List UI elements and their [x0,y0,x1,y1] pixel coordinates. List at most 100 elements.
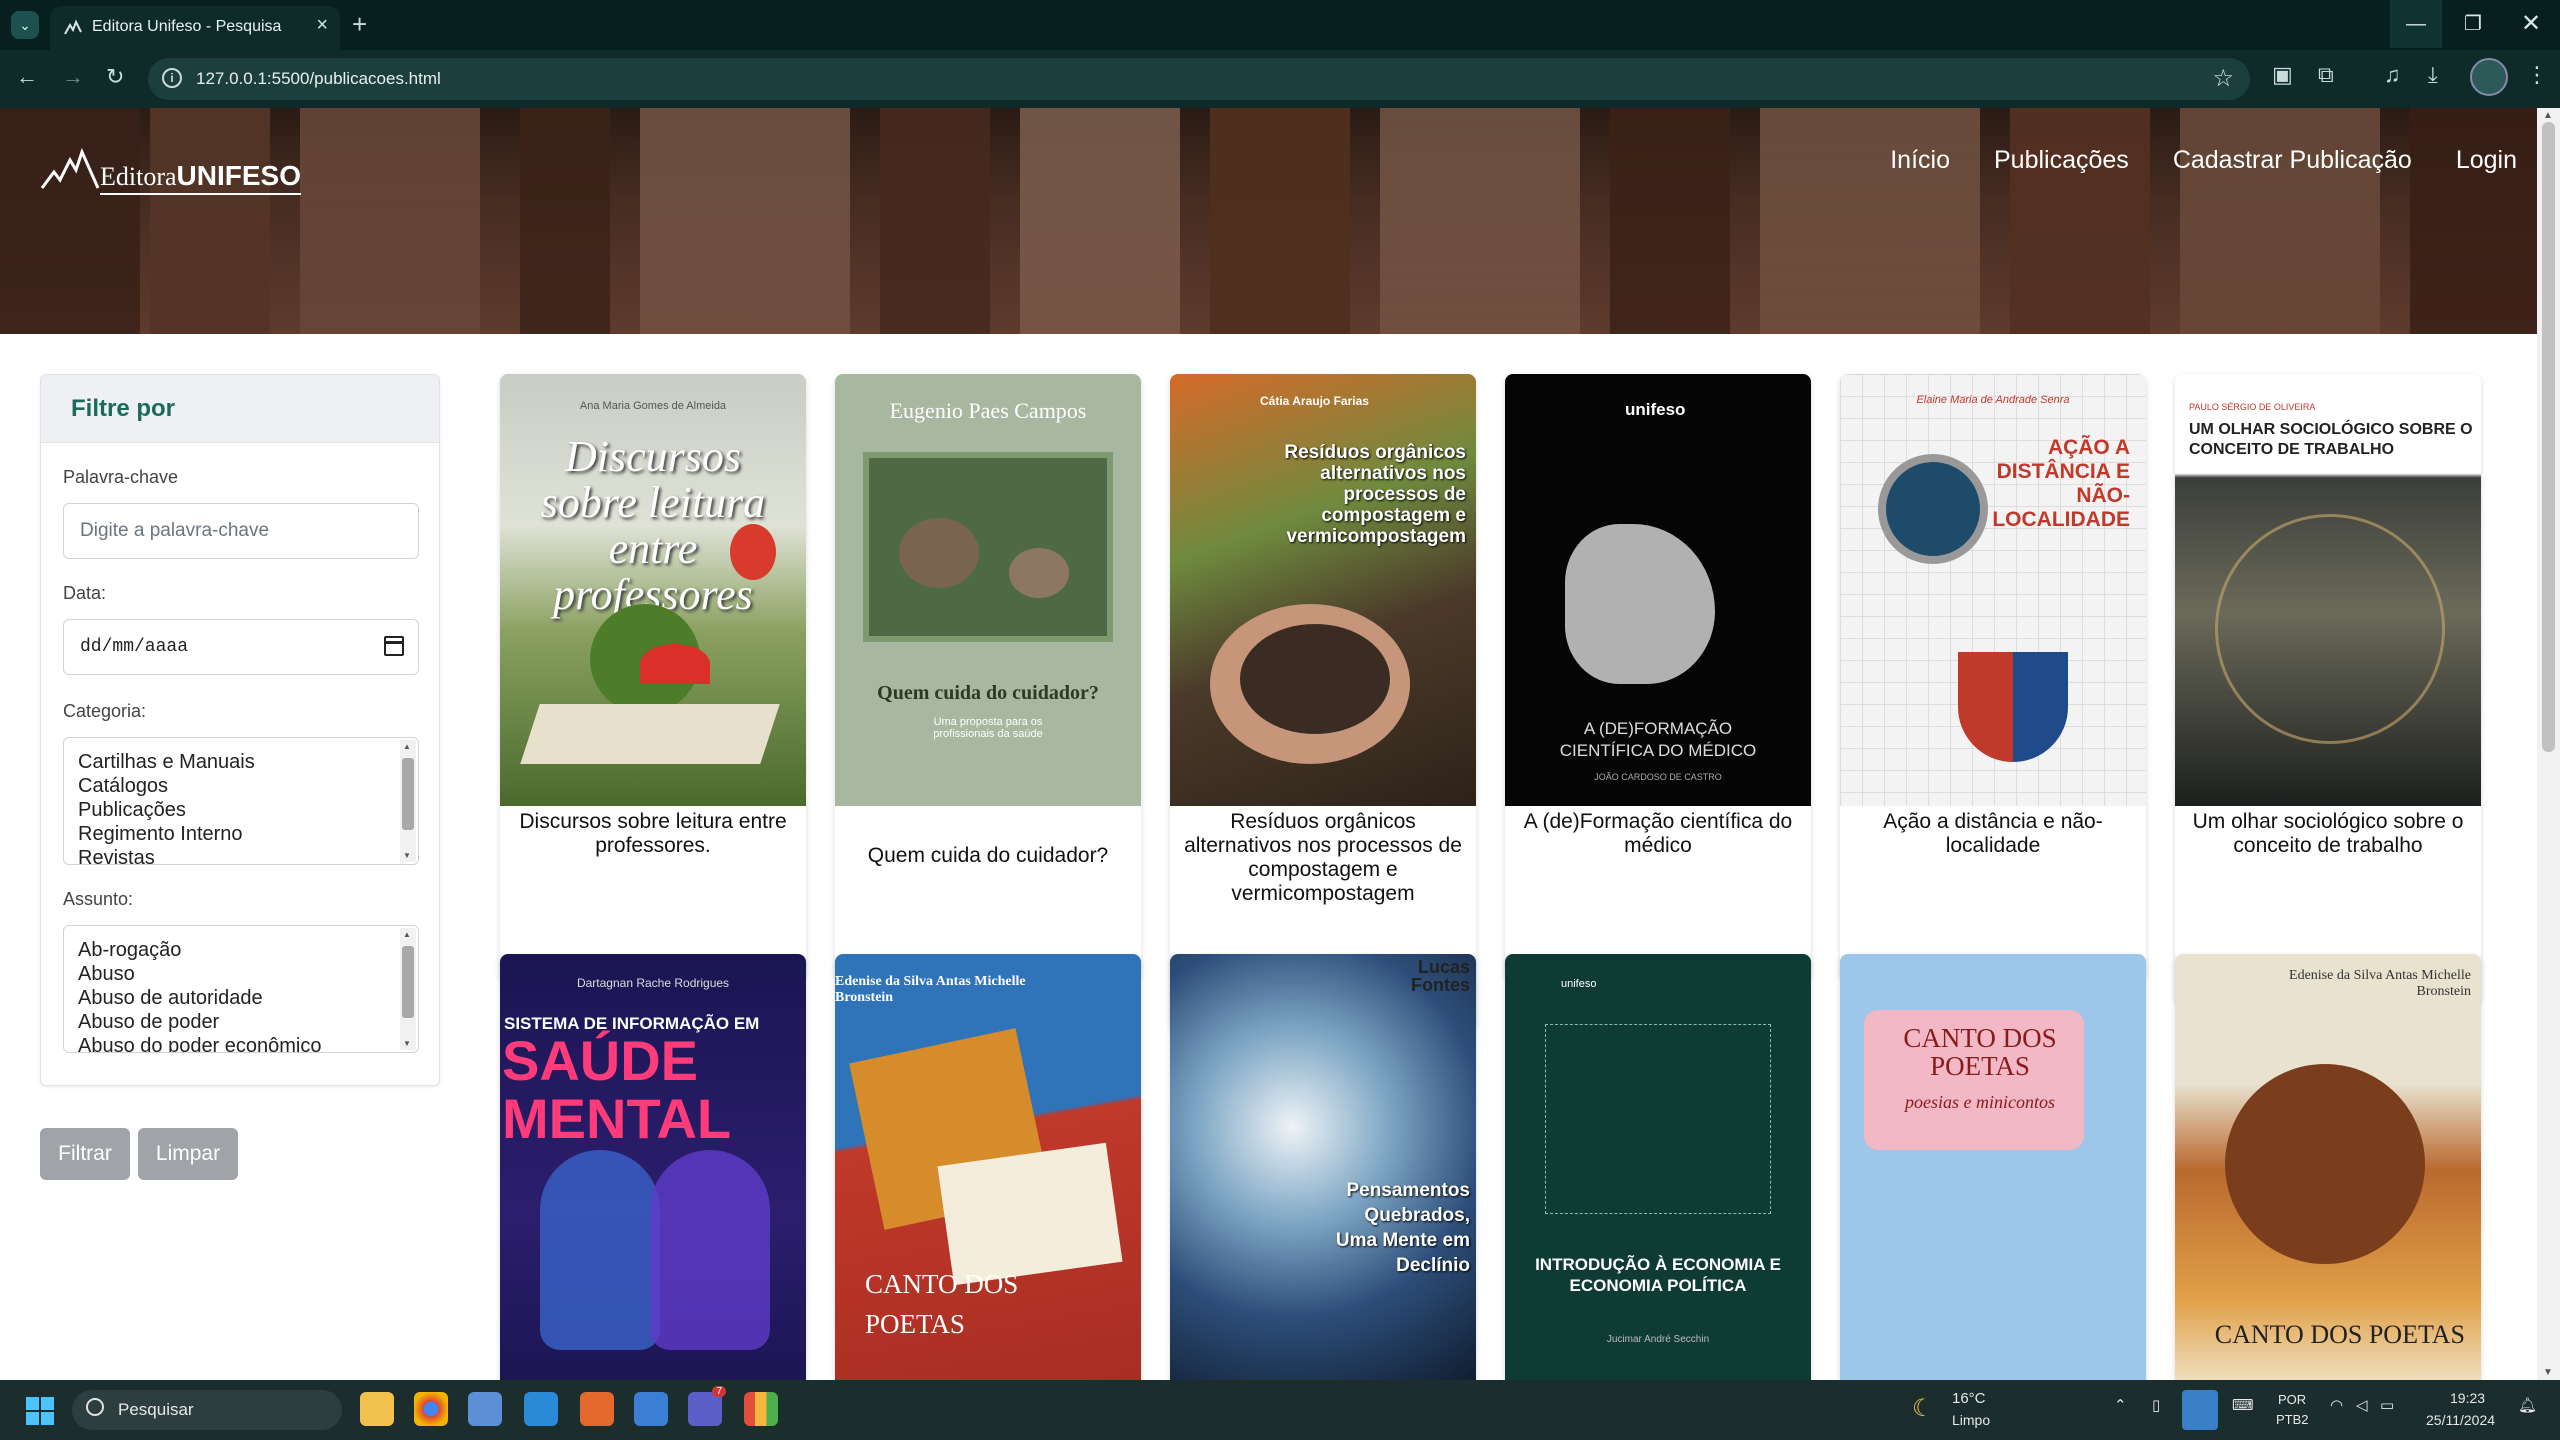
download-icon[interactable]: ⤓ [2428,62,2438,88]
cover-author: Edenise da Silva Antas Michelle Bronstei… [2289,968,2471,999]
tab-close-icon[interactable]: × [316,14,328,37]
minimize-icon[interactable]: — [2390,0,2442,48]
file-explorer-icon[interactable] [360,1392,394,1426]
tab-search-icon[interactable]: ⌄ [11,11,39,39]
subject-option[interactable]: Abuso de poder [64,1010,322,1034]
category-option[interactable]: Cartilhas e Manuais [64,750,255,774]
category-scrollbar[interactable]: ▲ ▼ [400,740,416,862]
nav-login[interactable]: Login [2456,146,2517,175]
category-option[interactable]: Publicações [64,798,255,822]
publication-card[interactable]: unifeso INTRODUÇÃO À ECONOMIA E ECONOMIA… [1505,954,1811,1380]
subject-option[interactable]: Abuso de autoridade [64,986,322,1010]
card-title[interactable]: Resíduos orgânicos alternativos nos proc… [1178,810,1468,906]
scroll-down-arrow-icon[interactable]: ▼ [2543,1367,2553,1378]
windows-start-icon[interactable] [26,1397,54,1425]
back-icon[interactable]: ← [16,64,38,90]
filter-button[interactable]: Filtrar [40,1128,130,1180]
new-tab-icon[interactable]: + [352,9,367,40]
publication-card[interactable]: PAULO SÉRGIO DE OLIVEIRA UM OLHAR SOCIOL… [2175,374,2481,1004]
book-cover: Edenise da Silva Antas Michelle Bronstei… [2175,954,2481,1380]
nav-inicio[interactable]: Início [1890,146,1950,175]
publication-card[interactable]: Cátia Araujo Farias Resíduos orgânicos a… [1170,374,1476,1030]
weather-desc[interactable]: Limpo [1952,1412,1990,1428]
nav-publicacoes[interactable]: Publicações [1994,146,2129,175]
category-option[interactable]: Catálogos [64,774,255,798]
filter-title: Filtre por [71,395,176,422]
card-title[interactable]: Quem cuida do cuidador? [843,844,1133,868]
bookmark-star-icon[interactable]: ☆ [2212,64,2234,93]
extensions-icon[interactable]: ⧉ [2318,62,2334,88]
category-select[interactable]: Cartilhas e Manuais Catálogos Publicaçõe… [63,737,419,865]
notepad-icon[interactable] [634,1392,668,1426]
weather-moon-icon[interactable]: ☾ [1912,1394,1934,1423]
subject-option[interactable]: Abuso do poder econômico [64,1034,322,1052]
publication-card[interactable]: Edenise da Silva Antas Michelle Bronstei… [835,954,1141,1380]
card-title[interactable]: A (de)Formação científica do médico [1513,810,1803,858]
subject-option[interactable]: Ab-rogação [64,938,322,962]
menu-kebab-icon[interactable]: ⋮ [2526,62,2548,88]
cast-icon[interactable]: ▣ [2272,62,2293,88]
calendar-icon[interactable] [384,636,404,656]
app-icon[interactable] [468,1392,502,1426]
page-scrollbar[interactable]: ▲ ▼ [2537,108,2560,1380]
close-window-icon[interactable]: ✕ [2505,0,2557,48]
category-option[interactable]: Revistas [64,846,255,864]
scroll-up-arrow-icon[interactable]: ▲ [2543,110,2553,121]
reload-icon[interactable]: ↻ [106,64,124,90]
publication-card[interactable]: Edenise da Silva Antas Michelle Bronstei… [2175,954,2481,1380]
volume-icon[interactable]: ◁ [2356,1396,2368,1414]
tab-active[interactable]: Editora Unifeso - Pesquisa × [50,6,340,50]
wifi-icon[interactable]: ◠ [2330,1396,2343,1414]
restore-icon[interactable]: ❐ [2447,0,2499,48]
media-icon[interactable]: ♫ [2384,62,2401,88]
book-cover: Ana Maria Gomes de Almeida Discursos sob… [500,374,806,806]
subject-option[interactable]: Abuso [64,962,322,986]
scroll-thumb[interactable] [2542,122,2555,752]
chrome-icon[interactable] [414,1392,448,1426]
publication-card[interactable]: unifeso A (DE)FORMAÇÃO CIENTÍFICA DO MÉD… [1505,374,1811,980]
site-navigation: Início Publicações Cadastrar Publicação … [1846,146,2517,175]
taskbar-search[interactable]: Pesquisar [72,1390,342,1430]
forward-icon[interactable]: → [62,64,84,90]
clear-button[interactable]: Limpar [138,1128,238,1180]
cover-title: UM OLHAR SOCIOLÓGICO SOBRE O CONCEITO DE… [2189,421,2473,458]
address-bar[interactable]: i 127.0.0.1:5500/publicacoes.html ☆ [148,58,2250,100]
microphone-icon[interactable] [2182,1390,2218,1430]
card-title[interactable]: Discursos sobre leitura entre professore… [508,810,798,858]
notification-bell-icon[interactable]: 🔔︎ [2518,1396,2537,1414]
cover-author: Cátia Araujo Farias [1260,394,1369,408]
publication-card[interactable]: Eugenio Paes Campos Quem cuida do cuidad… [835,374,1141,980]
date-input[interactable]: dd/mm/aaaa [63,619,419,675]
battery-icon[interactable]: ▯ [2152,1396,2160,1414]
category-option[interactable]: Regimento Interno [64,822,255,846]
tray-expand-icon[interactable]: ⌃ [2114,1396,2127,1414]
publication-card[interactable]: Ana Maria Gomes de Almeida Discursos sob… [500,374,806,980]
teams-icon[interactable]: 7 [688,1386,726,1426]
battery-status-icon[interactable]: ▭ [2380,1396,2394,1414]
publication-card[interactable]: CANTO DOS POETAS poesias e minicontos [1840,954,2146,1380]
nav-cadastrar-publicacao[interactable]: Cadastrar Publicação [2173,146,2412,175]
language-secondary[interactable]: PTB2 [2276,1412,2309,1427]
language-primary[interactable]: POR [2278,1392,2306,1407]
profile-avatar[interactable] [2470,58,2508,96]
app-icon[interactable] [744,1392,778,1426]
keyword-input[interactable]: Digite a palavra-chave [63,503,419,559]
book-cover: unifeso A (DE)FORMAÇÃO CIENTÍFICA DO MÉD… [1505,374,1811,806]
url-text[interactable]: 127.0.0.1:5500/publicacoes.html [196,69,441,89]
weather-temp[interactable]: 16°C [1952,1390,1986,1407]
clock-time[interactable]: 19:23 [2450,1390,2485,1406]
card-title[interactable]: Ação a distância e não-localidade [1848,810,2138,858]
app-icon[interactable] [580,1392,614,1426]
subject-select[interactable]: Ab-rogação Abuso Abuso de autoridade Abu… [63,925,419,1053]
cover-author: JOÃO CARDOSO DE CASTRO [1594,772,1722,782]
card-title[interactable]: Um olhar sociológico sobre o conceito de… [2183,810,2473,858]
publication-card[interactable]: Elaine Maria de Andrade Senra AÇÃO A DIS… [1840,374,2146,980]
keyboard-icon[interactable]: ⌨ [2232,1396,2254,1414]
subject-scrollbar[interactable]: ▲ ▼ [400,928,416,1050]
publication-card[interactable]: Lucas Fontes Pensamentos Quebrados, Uma … [1170,954,1476,1380]
site-info-icon[interactable]: i [162,68,182,88]
browser-chrome: ⌄ Editora Unifeso - Pesquisa × + — ❐ ✕ ←… [0,0,2560,108]
publication-card[interactable]: Dartagnan Rache Rodrigues SISTEMA DE INF… [500,954,806,1380]
vscode-icon[interactable] [524,1392,558,1426]
clock-date[interactable]: 25/11/2024 [2426,1412,2495,1428]
